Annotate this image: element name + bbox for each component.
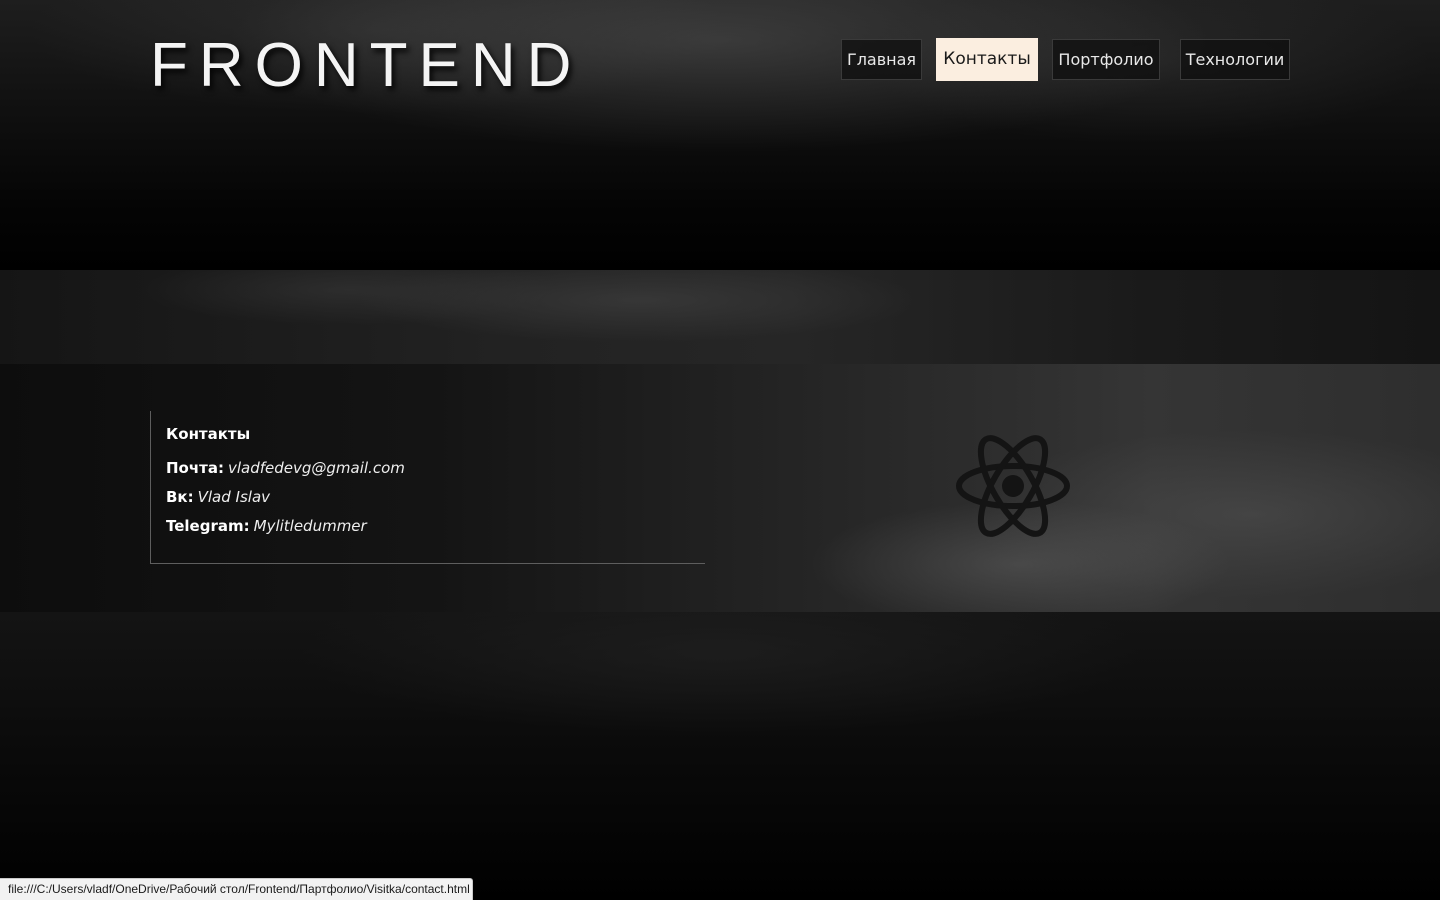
contact-email-value[interactable]: vladfedevg@gmail.com [228, 459, 405, 477]
nav-item-technologies[interactable]: Технологии [1180, 39, 1290, 80]
browser-status-bar: file:///C:/Users/vladf/OneDrive/Рабочий … [0, 878, 473, 900]
header: FRONTEND Главная Контакты Портфолио Техн… [0, 0, 1440, 270]
atom-icon [956, 435, 1070, 537]
contact-vk-row: Вк: Vlad Islav [166, 488, 270, 506]
main-nav: Главная Контакты Портфолио Технологии [0, 38, 1440, 81]
contact-vk-label: Вк: [166, 488, 194, 506]
contact-card: Контакты Почта: vladfedevg@gmail.com Вк: V… [150, 411, 705, 564]
contact-email-label: Почта: [166, 459, 224, 477]
contacts-heading: Контакты [166, 425, 251, 443]
contact-telegram-row: Telegram: Mylitledummer [166, 517, 367, 535]
nav-item-contacts[interactable]: Контакты [936, 38, 1038, 81]
contact-vk-value[interactable]: Vlad Islav [198, 488, 270, 506]
page-footer-area [0, 612, 1440, 900]
contact-telegram-label: Telegram: [166, 517, 250, 535]
page: FRONTEND Главная Контакты Портфолио Техн… [0, 0, 1440, 900]
contact-email-row: Почта: vladfedevg@gmail.com [166, 459, 405, 477]
contact-telegram-value[interactable]: Mylitledummer [254, 517, 367, 535]
nav-item-home[interactable]: Главная [841, 39, 922, 80]
divider-strip [0, 270, 1440, 364]
nav-item-portfolio[interactable]: Портфолио [1052, 39, 1160, 80]
